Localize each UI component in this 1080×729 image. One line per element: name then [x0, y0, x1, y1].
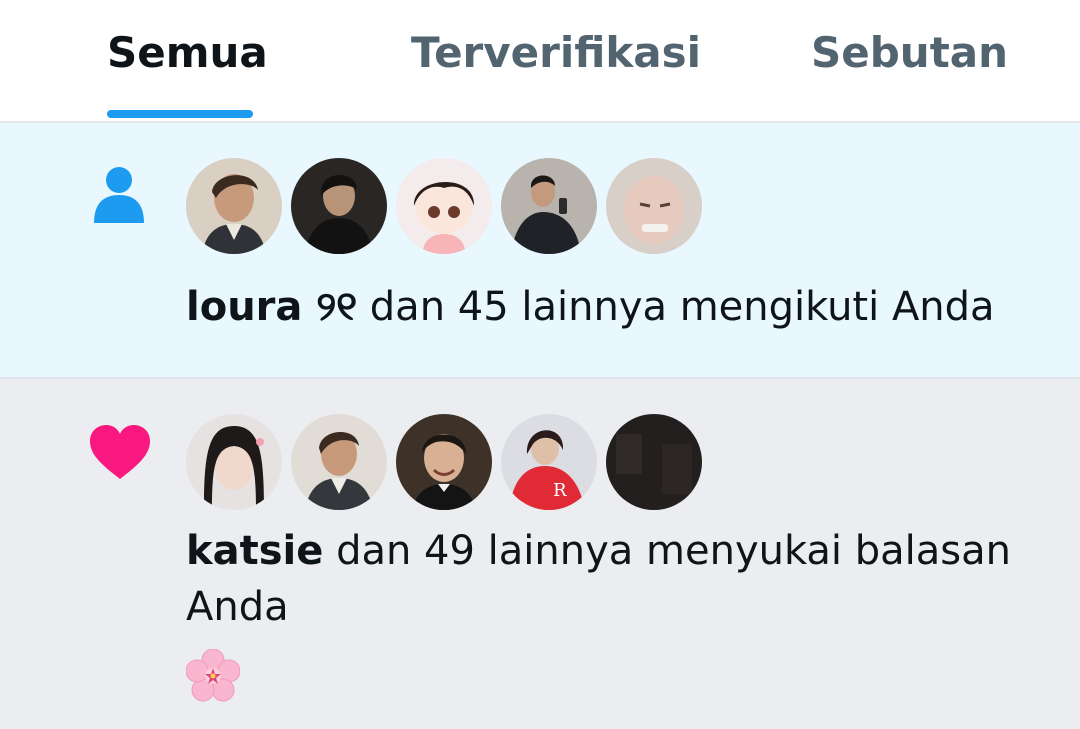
svg-text:R: R: [553, 480, 567, 501]
active-tab-indicator: [107, 110, 253, 118]
notification-tabs: Semua Terverifikasi Sebutan: [0, 0, 1080, 123]
avatar[interactable]: [291, 414, 387, 510]
avatar[interactable]: [396, 414, 492, 510]
heart-icon: [88, 423, 152, 485]
notification-like[interactable]: R katsie dan 49 lainnya menyukai balasan…: [0, 379, 1080, 729]
liker-avatars: R: [186, 414, 726, 510]
notification-message: dan 45 lainnya mengikuti Anda: [357, 284, 995, 330]
avatar[interactable]: [291, 158, 387, 254]
avatar[interactable]: R: [501, 414, 597, 510]
follow-notification-text: loura ୨୧ dan 45 lainnya mengikuti Anda: [186, 279, 1036, 335]
cherry-blossom-emoji: 🌸: [185, 648, 241, 707]
avatar[interactable]: [186, 158, 282, 254]
follower-avatars: [186, 158, 726, 254]
avatar[interactable]: [396, 158, 492, 254]
actor-name[interactable]: katsie: [186, 528, 323, 574]
tab-semua[interactable]: Semua: [107, 28, 268, 77]
avatar[interactable]: [186, 414, 282, 510]
avatar[interactable]: [606, 158, 702, 254]
notification-follow[interactable]: loura ୨୧ dan 45 lainnya mengikuti Anda: [0, 123, 1080, 379]
like-notification-text: katsie dan 49 lainnya menyukai balasan A…: [186, 523, 1036, 635]
actor-name[interactable]: loura ୨୧: [186, 284, 357, 330]
avatar[interactable]: [501, 158, 597, 254]
person-icon: [88, 163, 150, 229]
avatar[interactable]: [606, 414, 702, 510]
tab-sebutan[interactable]: Sebutan: [811, 28, 1008, 77]
tab-terverifikasi[interactable]: Terverifikasi: [411, 28, 701, 77]
